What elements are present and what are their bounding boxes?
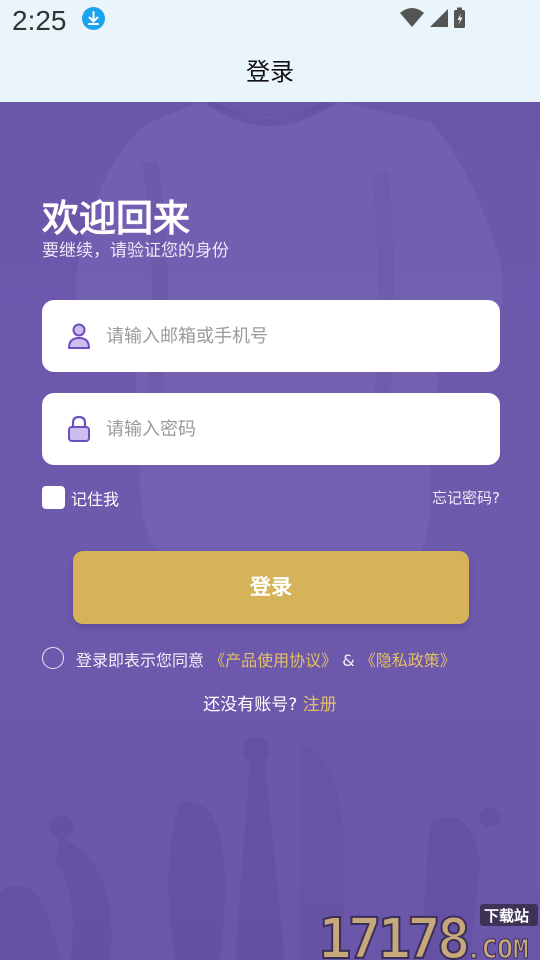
register-link[interactable]: 注册	[303, 695, 337, 715]
watermark-site: 下载站	[484, 907, 529, 925]
agreement-amp: &	[342, 651, 360, 670]
account-input[interactable]	[106, 318, 476, 354]
account-field[interactable]	[42, 300, 500, 372]
register-prefix: 还没有账号?	[203, 695, 303, 715]
remember-checkbox[interactable]	[42, 486, 65, 509]
user-icon	[66, 322, 92, 350]
wifi-icon	[400, 8, 424, 27]
password-field[interactable]	[42, 393, 500, 465]
forgot-password-link[interactable]: 忘记密码?	[432, 487, 500, 508]
register-prompt: 还没有账号? 注册	[0, 690, 540, 715]
agreement-text: 登录即表示您同意 《产品使用协议》 & 《隐私政策》	[76, 647, 456, 671]
watermark-domain: .COM	[466, 935, 529, 960]
status-bar: 2:25	[0, 0, 540, 44]
watermark-digits: 17178	[318, 907, 468, 960]
watermark-logo: 17178 下载站 .COM	[316, 900, 540, 960]
status-time: 2:25	[12, 5, 67, 36]
battery-icon	[454, 7, 465, 28]
login-button[interactable]: 登录	[73, 551, 469, 624]
agreement-prefix: 登录即表示您同意	[76, 651, 205, 670]
signal-icon	[430, 9, 448, 27]
download-icon	[82, 7, 105, 30]
page-title: 登录	[246, 58, 294, 86]
privacy-link[interactable]: 《隐私政策》	[360, 651, 456, 670]
welcome-title: 欢迎回来	[42, 197, 190, 240]
app-bar: 登录	[0, 44, 540, 102]
password-input[interactable]	[106, 411, 476, 447]
remember-label[interactable]: 记住我	[71, 486, 119, 510]
agreement-radio[interactable]	[42, 647, 64, 669]
status-icons	[400, 7, 500, 29]
welcome-subtitle: 要继续，请验证您的身份	[42, 241, 229, 261]
terms-link[interactable]: 《产品使用协议》	[209, 651, 337, 670]
lock-icon	[66, 415, 92, 443]
